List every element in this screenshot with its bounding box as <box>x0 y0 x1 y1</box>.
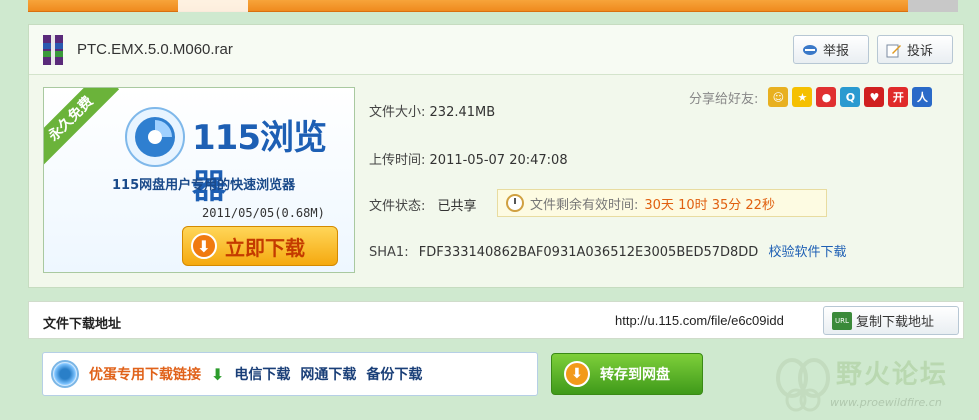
backup-download-link[interactable]: 备份下载 <box>366 364 422 384</box>
people-icon[interactable]: 人 <box>912 87 933 107</box>
download-links: 优蛋专用下载链接 ⬇ 电信下载 网通下载 备份下载 <box>42 352 538 396</box>
rar-file-icon <box>43 35 63 65</box>
ad-download-label: 立即下载 <box>225 235 305 260</box>
telecom-download-link[interactable]: 电信下载 <box>234 364 290 384</box>
file-name: PTC.EMX.5.0.M060.rar <box>77 41 233 58</box>
url-icon: URL <box>832 311 852 330</box>
status-label: 文件状态: <box>369 199 426 214</box>
save-label: 转存到网盘 <box>600 367 670 383</box>
save-to-disk-button[interactable]: ⬇ 转存到网盘 <box>551 353 703 395</box>
size-value: 232.41MB <box>429 105 496 120</box>
report-label: 举报 <box>823 44 850 59</box>
banner-edge <box>908 0 958 12</box>
time-label: 上传时间: <box>369 153 426 168</box>
download-arrow-icon: ⬇ <box>191 233 217 259</box>
vip-download-link[interactable]: 优蛋专用下载链接 <box>89 364 201 384</box>
vip-eye-icon <box>51 360 79 388</box>
weibo-icon[interactable]: ● <box>816 87 837 107</box>
ad-subtitle: 115网盘用户专用的快速浏览器 <box>112 178 296 193</box>
complain-label: 投诉 <box>907 44 934 59</box>
sha-label: SHA1: <box>369 245 409 260</box>
download-address-bar: 文件下载地址 http://u.115.com/file/e6c09idd UR… <box>28 301 964 339</box>
watermark-url: www.proewildfire.cn <box>830 396 942 409</box>
qq-icon[interactable]: Q <box>840 87 861 107</box>
green-download-icon: ⬇ <box>211 364 225 384</box>
netcom-download-link[interactable]: 网通下载 <box>300 364 356 384</box>
file-header: PTC.EMX.5.0.M060.rar 举报 投诉 <box>29 25 963 75</box>
smiley-icon[interactable]: ☺ <box>768 87 789 107</box>
watermark: 野火论坛 www.proewildfire.cn <box>768 352 979 420</box>
file-status-row: 文件状态: 已共享 <box>369 195 477 214</box>
checksum-software-link[interactable]: 校验软件下载 <box>768 245 846 260</box>
file-panel: PTC.EMX.5.0.M060.rar 举报 投诉 永久免费 115浏览器 1… <box>28 24 964 288</box>
expire-label: 文件剩余有效时间: <box>530 197 639 213</box>
browser-logo-icon <box>125 107 185 167</box>
share-label: 分享给好友: <box>689 91 759 107</box>
size-label: 文件大小: <box>369 105 426 120</box>
report-icon <box>803 44 817 55</box>
expire-box: 文件剩余有效时间: 30天 10时 35分 22秒 <box>497 189 827 217</box>
sha-value: FDF333140862BAF0931A036512E3005BED57D8DD <box>418 245 759 260</box>
copy-label: 复制下载地址 <box>856 315 935 330</box>
download-url[interactable]: http://u.115.com/file/e6c09idd <box>615 313 784 328</box>
expire-value: 30天 10时 35分 22秒 <box>644 197 775 213</box>
renren-icon[interactable]: ♥ <box>864 87 885 107</box>
report-button[interactable]: 举报 <box>793 35 869 64</box>
ad-version: 2011/05/05(0.68M) <box>202 206 325 220</box>
upload-time-row: 上传时间: 2011-05-07 20:47:08 <box>369 149 568 168</box>
sha1-row: SHA1: FDF333140862BAF0931A036512E3005BED… <box>369 241 846 260</box>
kaixin-icon[interactable]: 开 <box>888 87 909 107</box>
top-banner <box>28 0 958 12</box>
save-arrow-icon: ⬇ <box>564 361 590 387</box>
file-size-row: 文件大小: 232.41MB <box>369 101 495 120</box>
ad-download-button[interactable]: ⬇ 立即下载 <box>182 226 338 266</box>
star-icon[interactable]: ★ <box>792 87 813 107</box>
clock-icon <box>506 194 524 212</box>
status-value: 已共享 <box>437 199 477 214</box>
watermark-title: 野火论坛 <box>836 360 949 390</box>
address-title: 文件下载地址 <box>43 317 122 332</box>
banner-highlight <box>178 0 248 12</box>
time-value: 2011-05-07 20:47:08 <box>429 153 568 168</box>
edit-icon <box>886 44 901 57</box>
ad-title: 115浏览器 <box>192 118 327 207</box>
butterfly-logo-icon <box>776 358 830 412</box>
browser-ad[interactable]: 永久免费 115浏览器 115网盘用户专用的快速浏览器 2011/05/05(0… <box>43 87 355 273</box>
ad-ribbon: 永久免费 <box>44 88 120 168</box>
copy-address-button[interactable]: URL 复制下载地址 <box>823 306 959 335</box>
share-bar: 分享给好友: ☺ ★ ● Q ♥ 开 人 <box>689 87 933 107</box>
complain-button[interactable]: 投诉 <box>877 35 953 64</box>
